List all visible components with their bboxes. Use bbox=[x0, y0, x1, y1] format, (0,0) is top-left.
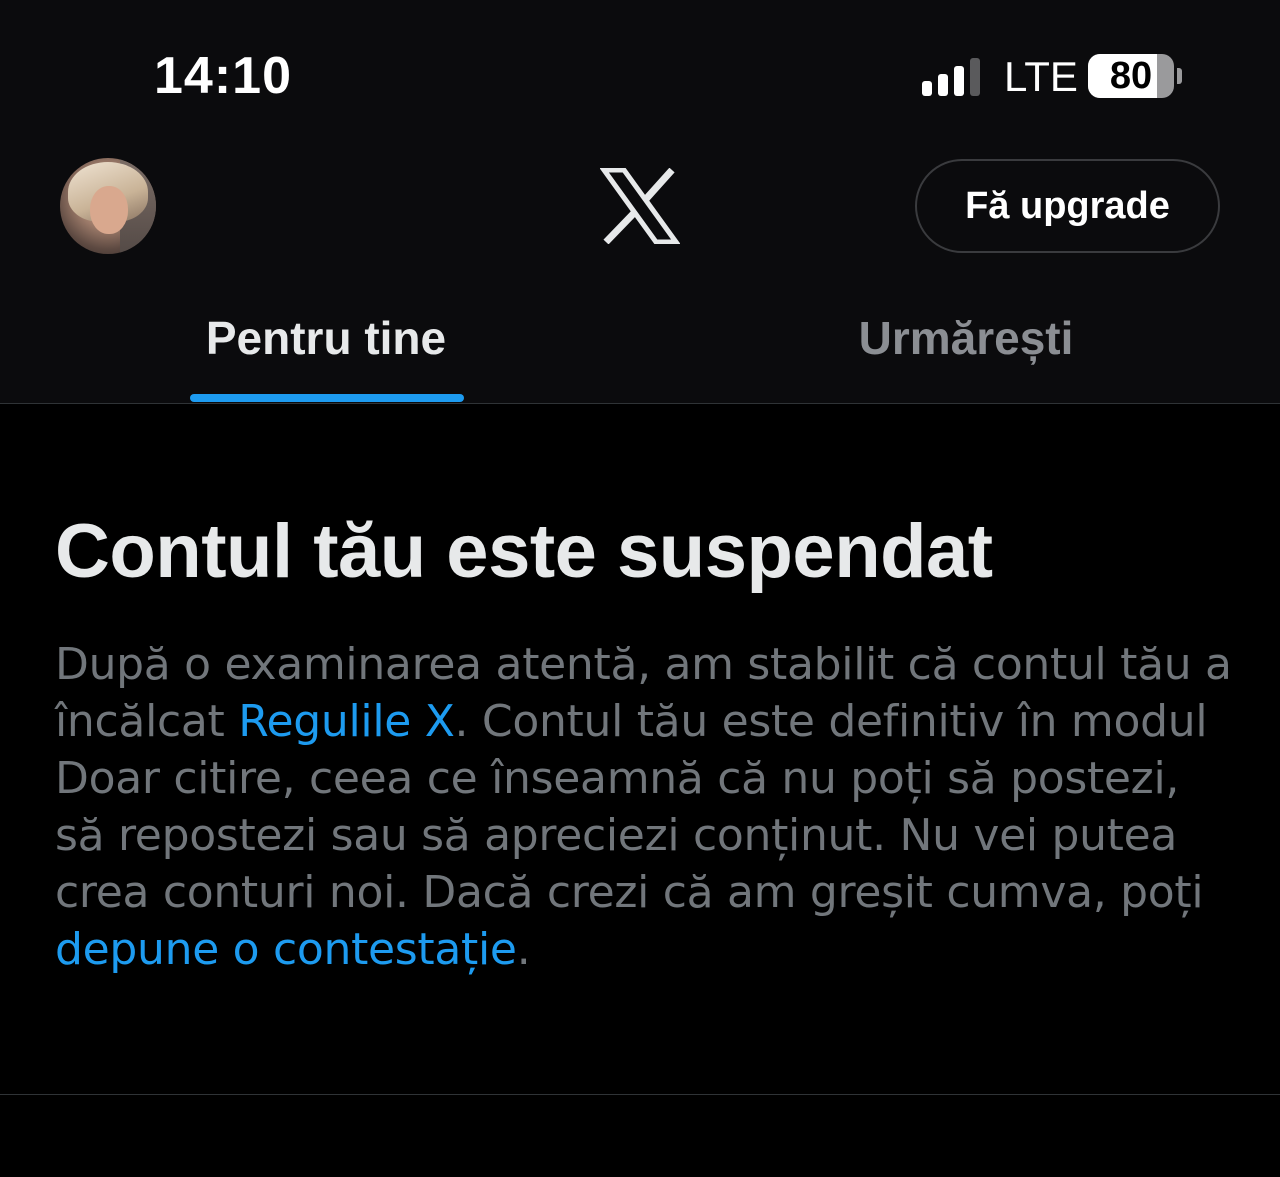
signal-bar bbox=[954, 66, 964, 96]
signal-bar bbox=[970, 58, 980, 96]
cellular-signal-icon bbox=[922, 56, 986, 96]
network-type: LTE bbox=[1004, 53, 1078, 100]
top-header: 14:10 LTE 80 Fă upgrade Pentru tine Urmă… bbox=[0, 0, 1280, 404]
appeal-link[interactable]: depune o contestație bbox=[55, 924, 517, 975]
battery-icon: 80 bbox=[1088, 54, 1184, 98]
section-divider bbox=[0, 1094, 1280, 1095]
battery-body: 80 bbox=[1088, 54, 1174, 98]
signal-bar bbox=[938, 74, 948, 96]
app-screen: 14:10 LTE 80 Fă upgrade Pentru tine Urmă… bbox=[0, 0, 1280, 1177]
suspension-notice: Contul tău este suspendat După o examina… bbox=[55, 504, 1235, 978]
battery-nub bbox=[1177, 68, 1182, 84]
tab-following[interactable]: Urmărești bbox=[646, 290, 1280, 404]
notice-title: Contul tău este suspendat bbox=[55, 509, 993, 594]
tab-for-you[interactable]: Pentru tine bbox=[6, 290, 646, 404]
tabs-divider bbox=[0, 403, 1280, 404]
timeline-tabs: Pentru tine Urmărești bbox=[0, 290, 1280, 404]
active-tab-indicator bbox=[190, 394, 464, 402]
x-logo-icon[interactable] bbox=[600, 168, 680, 244]
battery-level: 80 bbox=[1109, 55, 1153, 97]
avatar[interactable] bbox=[60, 158, 156, 254]
notice-text: . bbox=[516, 924, 531, 975]
status-bar: 14:10 LTE 80 bbox=[0, 0, 1280, 140]
upgrade-button[interactable]: Fă upgrade bbox=[915, 159, 1220, 253]
signal-bar bbox=[922, 81, 932, 96]
status-time: 14:10 bbox=[154, 47, 292, 105]
avatar-face bbox=[90, 186, 128, 234]
notice-body: După o examinarea atentă, am stabilit că… bbox=[55, 636, 1235, 978]
rules-link[interactable]: Regulile X bbox=[238, 696, 455, 747]
